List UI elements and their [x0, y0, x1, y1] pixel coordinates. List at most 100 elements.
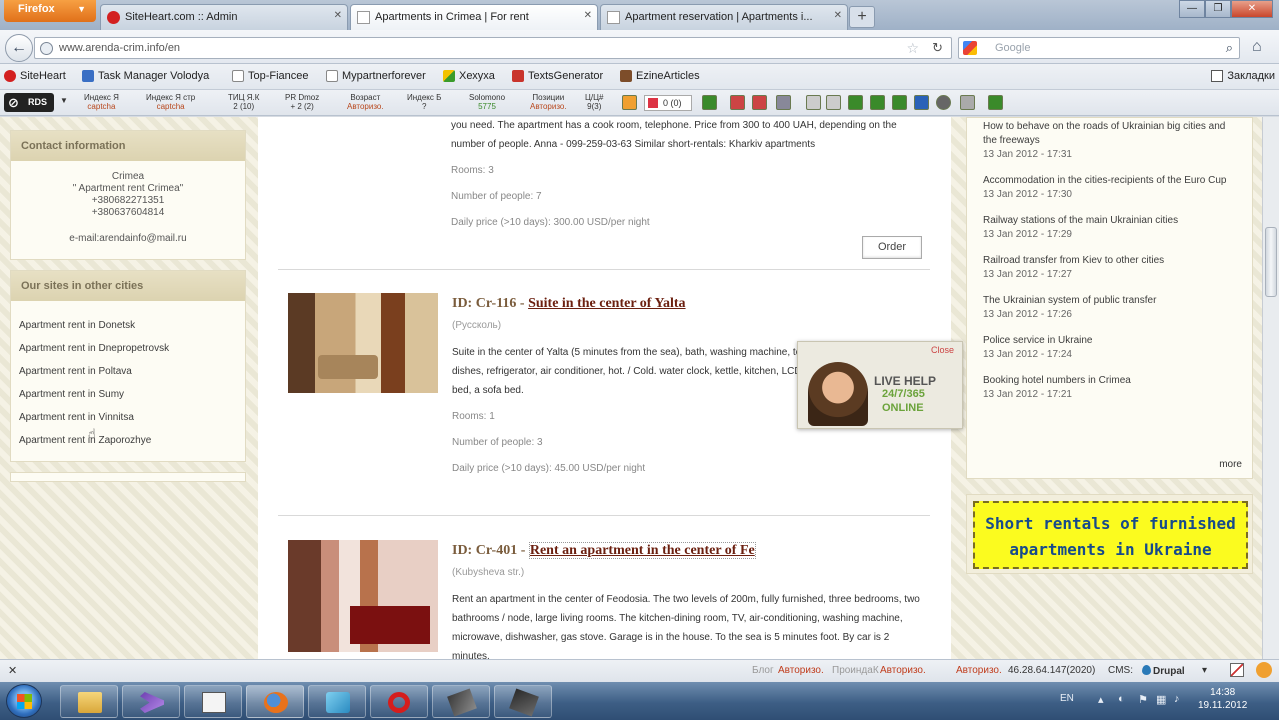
database-icon[interactable] [914, 95, 929, 110]
seo-metric[interactable]: Solomono 5775 [469, 93, 505, 111]
bookmark-top-fiancee[interactable]: Top-Fiancee [232, 70, 309, 82]
news-item[interactable]: Railroad transfer from Kiev to other cit… [983, 254, 1242, 282]
check-icon[interactable] [988, 95, 1003, 110]
links-icon[interactable] [730, 95, 745, 110]
vertical-scrollbar[interactable] [1262, 117, 1279, 659]
close-tab-icon[interactable]: ✕ [834, 10, 842, 21]
chart-icon[interactable] [892, 95, 907, 110]
taskbar-app[interactable] [308, 685, 366, 718]
rds-bar-button[interactable]: ⊘ RDS [4, 93, 54, 112]
taskbar-camtasia[interactable] [432, 685, 490, 718]
tab-apartments-crimea[interactable]: Apartments in Crimea | For rent ✕ [350, 4, 598, 30]
site-link-sumy[interactable]: Apartment rent in Sumy [11, 384, 245, 407]
news-item[interactable]: Booking hotel numbers in Crimea 13 Jan 20… [983, 374, 1242, 402]
site-link-vinnitsa[interactable]: Apartment rent in Vinnitsa [11, 407, 245, 430]
counter-widget[interactable]: 0 (0) [644, 95, 692, 111]
tray-app-icon[interactable]: ◐ [1118, 693, 1125, 705]
news-title[interactable]: The Ukrainian system of public transfer [983, 294, 1242, 308]
bookmark-textsgenerator[interactable]: TextsGenerator [512, 70, 603, 82]
back-button[interactable]: ← [5, 34, 33, 62]
blocked-icon[interactable] [1230, 663, 1244, 677]
volume-icon[interactable]: ♪ [1174, 693, 1180, 705]
chevron-up-icon[interactable]: ▴ [1098, 693, 1104, 706]
order-button[interactable]: Order [862, 236, 922, 259]
short-rentals-banner[interactable]: Short rentals of furnished apartments in… [973, 501, 1248, 569]
chevron-down-icon[interactable]: ▾ [1202, 665, 1207, 676]
system-clock[interactable]: 14:38 19.11.2012 [1198, 686, 1247, 712]
taskbar-firefox[interactable] [246, 685, 304, 718]
news-title[interactable]: Railway stations of the main Ukrainian c… [983, 214, 1242, 228]
bookmark-star-icon[interactable]: ☆ [906, 40, 919, 57]
bookmarks-menu[interactable]: Закладки [1211, 70, 1275, 82]
tab-siteheart[interactable]: SiteHeart.com :: Admin ✕ [100, 4, 348, 30]
news-title[interactable]: Accommodation in the cities-recipients o… [983, 174, 1242, 188]
scrollbar-thumb[interactable] [1265, 227, 1277, 297]
close-tab-icon[interactable]: ✕ [584, 10, 592, 21]
start-button[interactable] [6, 684, 42, 718]
live-help-close-button[interactable]: Close [931, 345, 954, 355]
seo-metric[interactable]: Индекс Яcaptcha [84, 93, 119, 111]
gear-icon[interactable] [936, 95, 951, 110]
site-link-poltava[interactable]: Apartment rent in Poltava [11, 361, 245, 384]
news-item[interactable]: Accommodation in the cities-recipients o… [983, 174, 1242, 202]
site-link-dnepropetrovsk[interactable]: Apartment rent in Dnepropetrovsk [11, 338, 245, 361]
google-icon[interactable] [963, 41, 977, 55]
news-item[interactable]: The Ukrainian system of public transfer 1… [983, 294, 1242, 322]
news-title[interactable]: Police service in Ukraine [983, 334, 1242, 348]
network-icon[interactable]: ▦ [1156, 693, 1166, 706]
bookmark-ezinearticles[interactable]: EzineArticles [620, 70, 700, 82]
link-icon[interactable] [960, 95, 975, 110]
new-tab-button[interactable]: + [849, 6, 875, 28]
firefox-menu-button[interactable]: Firefox ▼ [4, 0, 96, 22]
tab-apartment-reservation[interactable]: Apartment reservation | Apartments i... … [600, 4, 848, 30]
bookmark-hehuha[interactable]: Хехухa [443, 70, 495, 82]
address-bar[interactable]: www.arenda-crim.info/en ☆ ↻ [34, 37, 952, 59]
seo-metric[interactable]: Ц/Ц# 9(3) [585, 93, 604, 111]
chevron-down-icon[interactable]: ▼ [60, 96, 68, 105]
home-icon[interactable]: ⌂ [1252, 38, 1262, 56]
news-item[interactable]: How to behave on the roads of Ukrainian … [983, 120, 1242, 162]
taskbar-opera[interactable] [370, 685, 428, 718]
maximize-button[interactable]: ❐ [1205, 0, 1231, 18]
edit-icon[interactable] [848, 95, 863, 110]
news-title[interactable]: Railroad transfer from Kiev to other cit… [983, 254, 1242, 268]
taskbar-visual-studio[interactable] [122, 685, 180, 718]
language-indicator[interactable]: EN [1060, 693, 1074, 704]
news-item[interactable]: Police service in Ukraine 13 Jan 2012 - 1… [983, 334, 1242, 362]
close-tab-icon[interactable]: ✕ [334, 10, 342, 21]
apartment-photo-feodosia[interactable] [288, 540, 438, 652]
addon-icon[interactable] [1256, 662, 1272, 678]
page-icon[interactable] [826, 95, 841, 110]
taskbar-document[interactable] [184, 685, 242, 718]
bookmark-mypartnerforever[interactable]: Mypartnerforever [326, 70, 426, 82]
page-icon[interactable] [806, 95, 821, 110]
search-icon[interactable]: ⌕ [1226, 40, 1233, 56]
reload-icon[interactable]: ↻ [932, 40, 943, 56]
news-title[interactable]: How to behave on the roads of Ukrainian … [983, 120, 1242, 148]
news-item[interactable]: Railway stations of the main Ukrainian c… [983, 214, 1242, 242]
listing-title-link[interactable]: Suite in the center of Yalta [528, 296, 685, 311]
globe-icon[interactable] [870, 95, 885, 110]
close-window-button[interactable]: ✕ [1231, 0, 1273, 18]
site-link-donetsk[interactable]: Apartment rent in Donetsk [11, 315, 245, 338]
close-icon[interactable]: ✕ [8, 664, 17, 677]
taskbar-recorder[interactable] [494, 685, 552, 718]
news-title[interactable]: Booking hotel numbers in Crimea [983, 374, 1242, 388]
check-icon[interactable] [702, 95, 717, 110]
flag-icon[interactable]: ⚑ [1138, 693, 1148, 706]
listing-title-link[interactable]: Rent an apartment in the center of Fe [528, 542, 756, 559]
site-link-zaporozhye[interactable]: Apartment rent in Zaporozhye [11, 430, 245, 453]
feed-icon[interactable] [622, 95, 637, 110]
links-icon[interactable] [752, 95, 767, 110]
bookmark-siteheart[interactable]: SiteHeart [4, 70, 66, 82]
seo-metric[interactable]: ТИЦ Я.К 2 (10) [228, 93, 259, 111]
seo-metric[interactable]: PR Dmoz + 2 (2) [285, 93, 319, 111]
apartment-photo-yalta[interactable] [288, 293, 438, 393]
news-more-link[interactable]: more [1219, 459, 1242, 470]
seo-metric[interactable]: Возраст Авторизо. [347, 93, 384, 111]
seo-metric[interactable]: Позиции Авторизо. [530, 93, 567, 111]
taskbar-explorer[interactable] [60, 685, 118, 718]
seo-metric[interactable]: Индекс Я стр captcha [146, 93, 195, 111]
live-help-widget[interactable]: Close LIVE HELP 24/7/365 ONLINE [797, 341, 963, 429]
contact-email[interactable]: e-mail:arendainfo@mail.ru [11, 233, 245, 245]
